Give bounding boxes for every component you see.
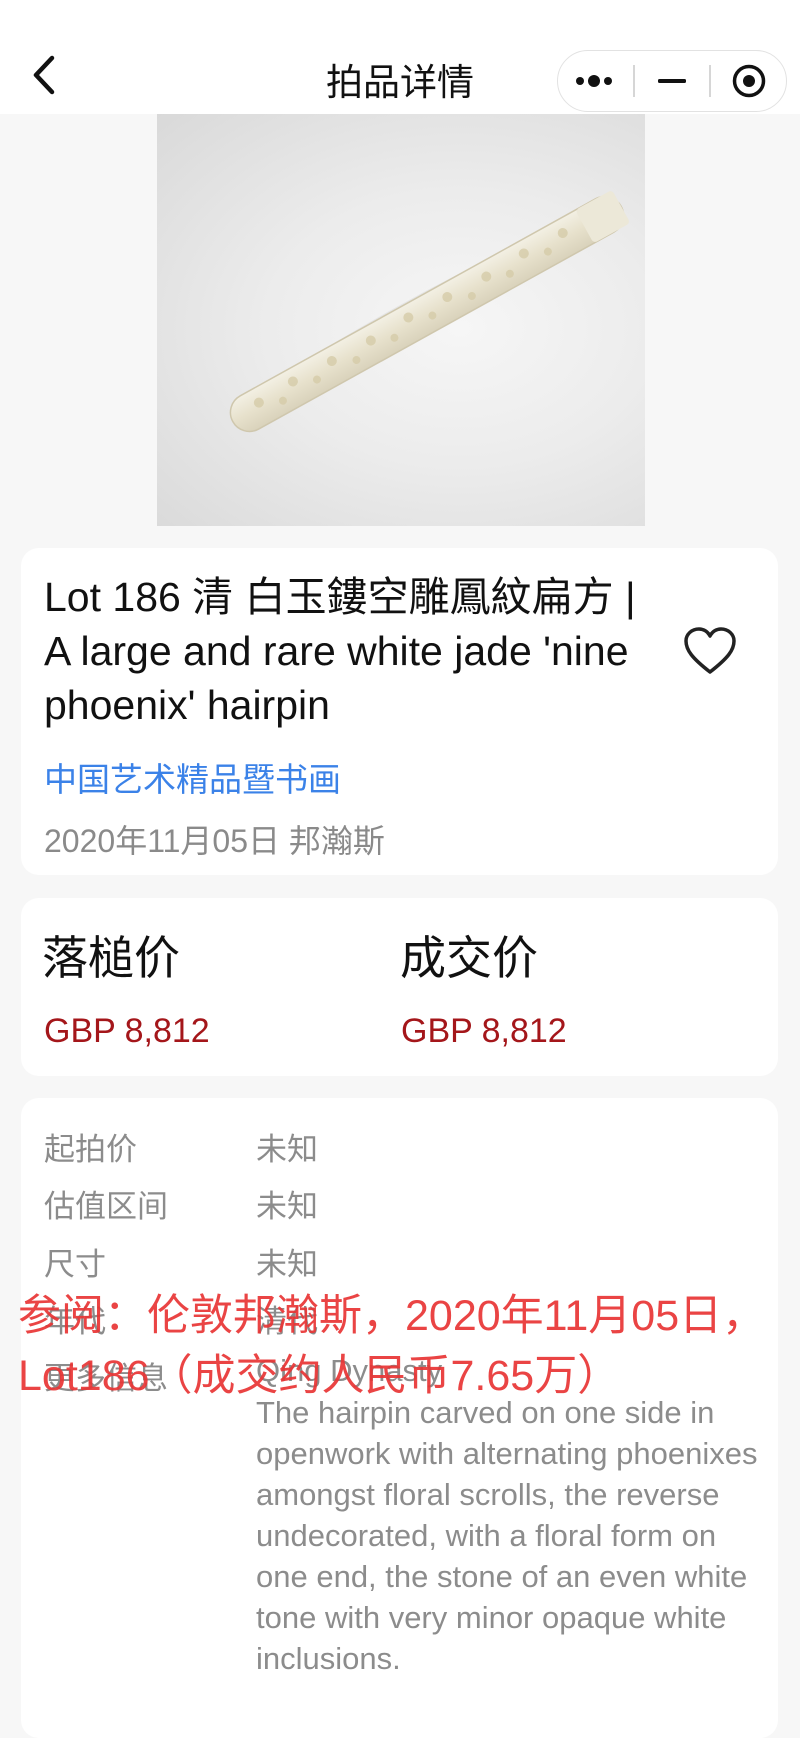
lot-image[interactable]	[157, 114, 645, 526]
deal-price-value: GBP 8,812	[401, 1012, 567, 1050]
navigation-bar: 拍品详情	[0, 0, 800, 114]
deal-price-label: 成交价	[400, 932, 538, 984]
era-label: 年代	[44, 1304, 106, 1339]
more-info-first-line: Qing Dynasty	[256, 1353, 443, 1388]
more-dots-icon	[576, 75, 613, 87]
minimize-icon	[658, 79, 686, 83]
heart-icon	[684, 627, 736, 674]
era-value: 清代	[256, 1304, 318, 1339]
jade-hairpin-illustration	[229, 191, 629, 433]
target-icon	[732, 64, 765, 98]
estimate-value: 未知	[256, 1189, 318, 1224]
size-value: 未知	[256, 1247, 318, 1282]
estimate-label: 估值区间	[44, 1189, 168, 1224]
hammer-price-label: 落槌价	[42, 932, 180, 984]
lot-title: Lot 186 清 白玉鏤空雕鳳紋扁方 | A large and rare w…	[44, 574, 636, 728]
minimize-button[interactable]	[635, 51, 710, 111]
lot-description: The hairpin carved on one side in openwo…	[256, 1395, 758, 1676]
size-label: 尺寸	[44, 1247, 106, 1282]
more-button[interactable]	[558, 51, 633, 111]
more-info-label: 更多信息	[44, 1361, 168, 1396]
start-price-label: 起拍价	[44, 1132, 137, 1167]
close-button[interactable]	[711, 51, 786, 111]
mini-program-capsule	[557, 50, 787, 112]
auction-date-house: 2020年11月05日 邦瀚斯	[44, 823, 385, 859]
favorite-button[interactable]	[682, 626, 738, 678]
hammer-price-value: GBP 8,812	[44, 1012, 210, 1050]
start-price-value: 未知	[256, 1132, 318, 1167]
category-link[interactable]: 中国艺术精品暨书画	[44, 753, 341, 801]
